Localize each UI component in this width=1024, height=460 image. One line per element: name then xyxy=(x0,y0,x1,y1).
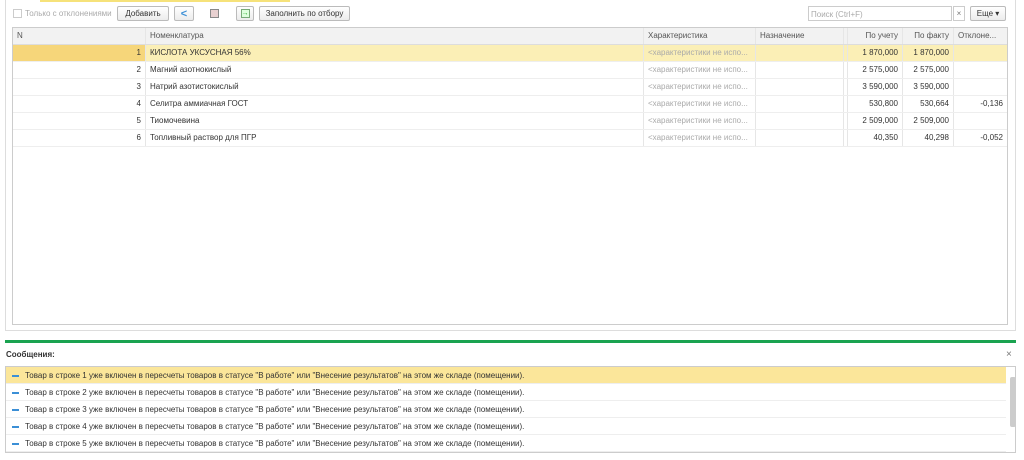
col-fact[interactable]: По факту xyxy=(903,28,954,44)
cell-deviation[interactable] xyxy=(954,113,1007,129)
cell-book[interactable]: 530,800 xyxy=(848,96,903,112)
message-item[interactable]: Товар в строке 4 уже включен в пересчеты… xyxy=(6,418,1006,435)
cell-characteristic[interactable]: <характеристики не испо... xyxy=(644,45,756,61)
pick-button[interactable] xyxy=(205,6,223,21)
cell-nomenclature[interactable]: Тиомочевина xyxy=(146,113,644,129)
cell-characteristic[interactable]: <характеристики не испо... xyxy=(644,96,756,112)
cell-n[interactable]: 6 xyxy=(13,130,146,146)
messages-scrollbar[interactable] xyxy=(1010,377,1016,427)
col-n[interactable]: N xyxy=(13,28,146,44)
cell-deviation[interactable] xyxy=(954,45,1007,61)
cell-destination[interactable] xyxy=(756,62,844,78)
close-messages-icon[interactable]: × xyxy=(1006,349,1012,360)
cell-nomenclature[interactable]: Селитра аммиачная ГОСТ xyxy=(146,96,644,112)
cell-destination[interactable] xyxy=(756,113,844,129)
message-text: Товар в строке 2 уже включен в пересчеты… xyxy=(25,388,525,397)
cell-fact[interactable]: 40,298 xyxy=(903,130,954,146)
cell-n[interactable]: 1 xyxy=(13,45,146,61)
cell-n[interactable]: 5 xyxy=(13,113,146,129)
cell-destination[interactable] xyxy=(756,79,844,95)
table-row[interactable]: 1 КИСЛОТА УКСУСНАЯ 56% <характеристики не … xyxy=(13,45,1007,62)
cell-nomenclature[interactable]: Натрий азотистокислый xyxy=(146,79,644,95)
message-text: Товар в строке 1 уже включен в пересчеты… xyxy=(25,371,525,380)
cell-book[interactable]: 2 509,000 xyxy=(848,113,903,129)
message-dash-icon xyxy=(12,374,19,377)
search-input[interactable]: Поиск (Ctrl+F) xyxy=(808,6,952,21)
only-deviations-checkbox[interactable] xyxy=(13,9,22,18)
messages-list: Товар в строке 1 уже включен в пересчеты… xyxy=(5,366,1016,453)
message-dash-icon xyxy=(12,425,19,428)
fill-by-filter-button[interactable]: Заполнить по отбору xyxy=(259,6,350,21)
message-item[interactable]: Товар в строке 3 уже включен в пересчеты… xyxy=(6,401,1006,418)
col-deviation[interactable]: Отклоне... xyxy=(954,28,1007,44)
col-characteristic[interactable]: Характеристика xyxy=(644,28,756,44)
cell-book[interactable]: 1 870,000 xyxy=(848,45,903,61)
more-button[interactable]: Еще ▾ xyxy=(970,6,1006,21)
message-dash-icon xyxy=(12,408,19,411)
table-row[interactable]: 5 Тиомочевина <характеристики не испо... 2 … xyxy=(13,113,1007,130)
cell-characteristic[interactable]: <характеристики не испо... xyxy=(644,62,756,78)
cell-deviation[interactable] xyxy=(954,62,1007,78)
col-destination[interactable]: Назначение xyxy=(756,28,844,44)
messages-title: Сообщения: xyxy=(6,350,55,359)
cell-characteristic[interactable]: <характеристики не испо... xyxy=(644,79,756,95)
message-item[interactable]: Товар в строке 2 уже включен в пересчеты… xyxy=(6,384,1006,401)
clear-search-button[interactable]: × xyxy=(953,6,965,21)
cell-fact[interactable]: 3 590,000 xyxy=(903,79,954,95)
table-pick-icon xyxy=(209,9,219,18)
cell-fact[interactable]: 2 575,000 xyxy=(903,62,954,78)
cell-fact[interactable]: 2 509,000 xyxy=(903,113,954,129)
table-row[interactable]: 2 Магний азотнокислый <характеристики не и… xyxy=(13,62,1007,79)
share-button[interactable]: < xyxy=(174,6,194,21)
cell-fact[interactable]: 530,664 xyxy=(903,96,954,112)
cell-n[interactable]: 3 xyxy=(13,79,146,95)
only-deviations-label: Только с отклонениями xyxy=(25,9,112,18)
col-book[interactable]: По учету xyxy=(848,28,903,44)
message-text: Товар в строке 5 уже включен в пересчеты… xyxy=(25,439,525,448)
items-table: N Номенклатура Характеристика Назначение… xyxy=(12,27,1008,325)
cell-deviation[interactable] xyxy=(954,79,1007,95)
cell-n[interactable]: 2 xyxy=(13,62,146,78)
message-item[interactable]: Товар в строке 5 уже включен в пересчеты… xyxy=(6,435,1006,452)
divider xyxy=(5,340,1016,343)
table-row[interactable]: 3 Натрий азотистокислый <характеристики не… xyxy=(13,79,1007,96)
cell-nomenclature[interactable]: КИСЛОТА УКСУСНАЯ 56% xyxy=(146,45,644,61)
cell-book[interactable]: 3 590,000 xyxy=(848,79,903,95)
import-button[interactable]: → xyxy=(236,6,254,21)
message-text: Товар в строке 3 уже включен в пересчеты… xyxy=(25,405,525,414)
cell-destination[interactable] xyxy=(756,45,844,61)
cell-fact[interactable]: 1 870,000 xyxy=(903,45,954,61)
cell-characteristic[interactable]: <характеристики не испо... xyxy=(644,130,756,146)
import-icon: → xyxy=(240,9,250,18)
message-dash-icon xyxy=(12,442,19,445)
cell-destination[interactable] xyxy=(756,96,844,112)
cell-n[interactable]: 4 xyxy=(13,96,146,112)
table-row[interactable]: 6 Топливный раствор для ПГР <характеристик… xyxy=(13,130,1007,147)
message-dash-icon xyxy=(12,391,19,394)
cell-characteristic[interactable]: <характеристики не испо... xyxy=(644,113,756,129)
cell-book[interactable]: 2 575,000 xyxy=(848,62,903,78)
cell-nomenclature[interactable]: Магний азотнокислый xyxy=(146,62,644,78)
table-row[interactable]: 4 Селитра аммиачная ГОСТ <характеристики н… xyxy=(13,96,1007,113)
message-text: Товар в строке 4 уже включен в пересчеты… xyxy=(25,422,525,431)
cell-nomenclature[interactable]: Топливный раствор для ПГР xyxy=(146,130,644,146)
cell-deviation[interactable]: -0,136 xyxy=(954,96,1007,112)
col-nomenclature[interactable]: Номенклатура xyxy=(146,28,644,44)
table-header: N Номенклатура Характеристика Назначение… xyxy=(13,28,1007,45)
cell-destination[interactable] xyxy=(756,130,844,146)
share-icon: < xyxy=(180,7,188,20)
message-item[interactable]: Товар в строке 1 уже включен в пересчеты… xyxy=(6,367,1006,384)
cell-book[interactable]: 40,350 xyxy=(848,130,903,146)
add-button[interactable]: Добавить xyxy=(117,6,169,21)
cell-deviation[interactable]: -0,052 xyxy=(954,130,1007,146)
